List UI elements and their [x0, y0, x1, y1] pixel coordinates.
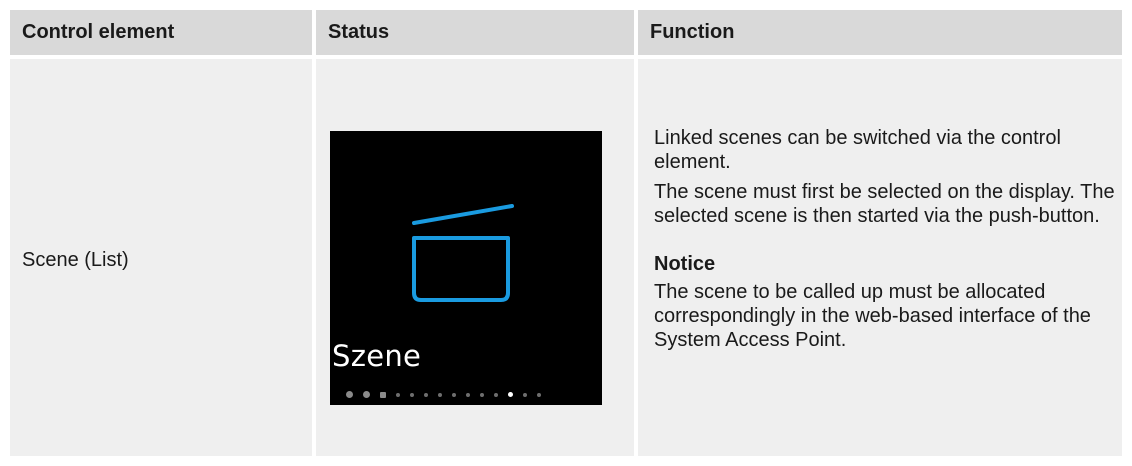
- page-dot: [396, 392, 400, 397]
- active-page-dot: [508, 392, 513, 397]
- settings-page-dot: [346, 391, 353, 398]
- page-dot: [537, 392, 541, 397]
- notice-text: The scene to be called up must be alloca…: [654, 281, 1091, 351]
- control-element-cell: Scene (List): [10, 59, 312, 456]
- function-table: Control element Status Function Scene (L…: [10, 10, 1122, 456]
- header-control-element: Control element: [10, 10, 312, 55]
- page-dot: [438, 392, 442, 397]
- function-cell: Linked scenes can be switched via the co…: [638, 59, 1122, 456]
- header-function: Function: [638, 10, 1122, 55]
- page-dot: [424, 392, 428, 397]
- function-paragraph-2: The scene must first be selected on the …: [654, 181, 1115, 227]
- home-page-dot: [380, 391, 386, 398]
- page-dot: [494, 392, 498, 397]
- page-dot: [410, 392, 414, 397]
- header-status: Status: [316, 10, 634, 55]
- page-dot: [480, 392, 484, 397]
- notice-heading: Notice: [654, 253, 716, 275]
- device-display: Szene: [330, 131, 602, 405]
- page-dot: [466, 392, 470, 397]
- page-indicator: [346, 391, 541, 398]
- function-paragraph-1: Linked scenes can be switched via the co…: [654, 127, 1061, 173]
- page-dot: [523, 392, 527, 397]
- scene-clapperboard-icon: [412, 204, 514, 302]
- status-cell: Szene: [316, 59, 634, 456]
- display-scene-title: Szene: [332, 339, 422, 373]
- favorites-page-dot: [363, 391, 370, 398]
- page-dot: [452, 392, 456, 397]
- control-element-label: Scene (List): [22, 249, 129, 271]
